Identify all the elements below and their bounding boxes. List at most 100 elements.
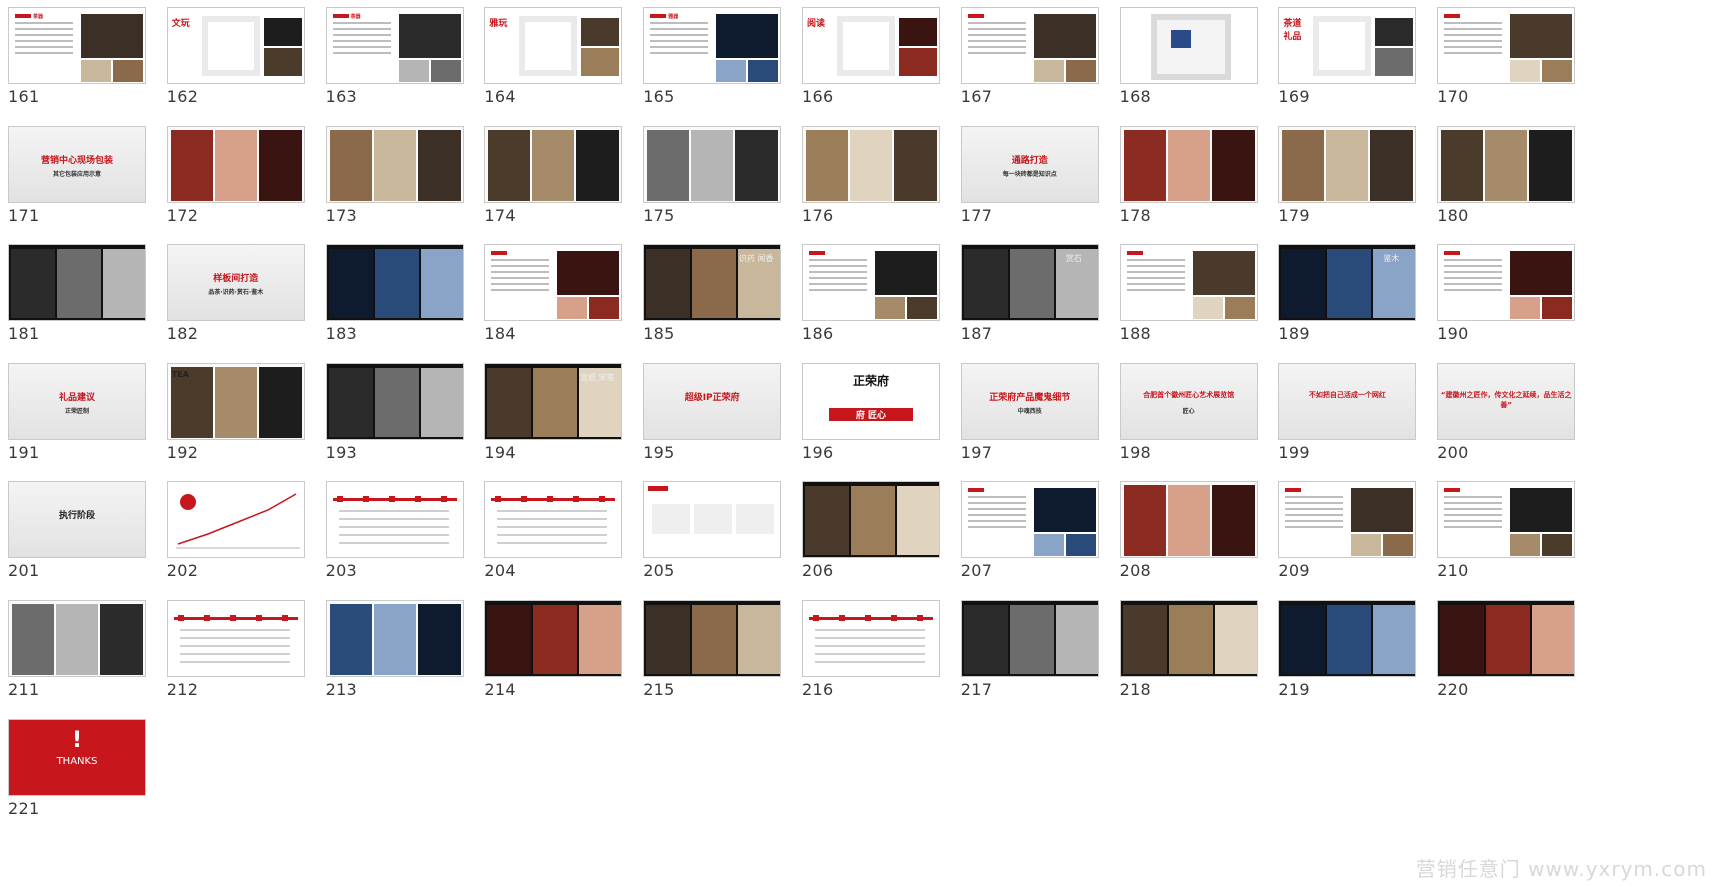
slide-thumbnail[interactable] [802,244,940,322]
slide-thumbnail[interactable]: TEA [166,362,305,440]
slide-thumbnail[interactable]: 合肥首个徽州匠心艺术展览馆 匠心 [1119,362,1258,440]
slide-thumbnail[interactable] [166,600,305,677]
image-block [850,129,892,201]
slide-thumbnail[interactable] [960,481,1099,559]
timeline-node [281,615,288,621]
slide-number: 190 [1437,324,1469,344]
slide-thumbnail[interactable] [325,125,464,203]
text-line [15,22,73,24]
image-block [1351,534,1382,557]
slide-thumbnail[interactable] [1437,481,1576,559]
slide-title: THANKS [56,755,98,767]
slide-thumbnail[interactable]: 茶道 礼品 [1278,7,1417,84]
slide-thumbnail[interactable]: 通路打造 每一块砖都是知识点 [960,125,1099,203]
slide-thumbnail[interactable] [1437,600,1576,677]
slide-thumbnail[interactable] [1437,244,1576,322]
image-block [329,604,372,675]
slide-thumbnail[interactable]: 雅器 [643,7,782,84]
slide-thumbnail[interactable] [643,481,782,559]
slide-thumbnail[interactable] [166,125,305,203]
image-block [851,486,895,556]
slide-thumbnail[interactable]: 营销中心现场包装 其它包装应用示意 [8,125,146,203]
slide-thumbnail[interactable]: 超级IP正荣府 [643,362,782,440]
slide-thumbnail[interactable] [325,481,464,559]
slide-thumbnail[interactable]: 不如把自己活成一个网红 [1278,362,1417,440]
slide-thumbnail[interactable] [802,481,940,559]
slide-number: 174 [484,205,516,225]
slide-thumbnail[interactable] [802,125,940,203]
slide-thumbnail[interactable] [1278,125,1417,203]
text-line [1444,502,1503,505]
slide-thumbnail[interactable]: “建徽州之匠作，传文化之延续，品生活之善” [1437,362,1576,440]
slide-thumbnail[interactable] [8,244,146,322]
image-block [581,48,620,76]
label-bar [15,14,31,18]
slide-thumbnail[interactable] [802,600,940,677]
label-bar [967,488,984,493]
image-block [1065,60,1096,82]
text-line [15,52,73,54]
image-block [488,129,531,201]
slide-thumbnail[interactable]: 文玩 [166,7,305,84]
image-block [1167,129,1210,201]
slide-thumbnail[interactable] [960,600,1099,677]
slide-thumbnail[interactable]: 识药 闻香 [643,244,782,322]
slide-number: 206 [802,561,834,581]
slide-thumbnail[interactable] [1278,600,1417,677]
label-bar [1444,251,1461,256]
slide-thumbnail[interactable]: 样板间打造 品茶·识药·赏石·鉴木 [166,244,305,322]
slide-thumbnail[interactable]: 赏石 [960,244,1099,322]
slide-thumbnail[interactable]: 执行阶段 [8,481,146,559]
slide-thumbnail[interactable] [484,125,623,203]
slide-thumbnail[interactable]: ! THANKS [8,718,146,796]
slide-thumbnail[interactable] [960,7,1099,84]
slide-thumbnail[interactable] [1437,7,1576,84]
slide-thumbnail[interactable] [166,481,305,559]
text-line [815,645,925,647]
slide-thumbnail[interactable] [8,600,146,677]
slide-thumbnail[interactable] [484,244,623,322]
slide-thumbnail[interactable] [1119,244,1258,322]
slide-thumbnail[interactable]: 鉴木 [1278,244,1417,322]
slide-thumbnail[interactable] [1119,600,1258,677]
slide-thumbnail[interactable]: 阅读 [802,7,940,84]
slide-thumbnail[interactable] [325,244,464,322]
slide-thumbnail[interactable] [1119,481,1258,559]
text-line [1126,259,1185,262]
text-line [497,518,608,521]
image-block [1510,534,1541,557]
timeline-node [414,496,421,503]
slide-thumbnail[interactable]: 正荣府产品魔鬼细节 中魂西技 [960,362,1099,440]
image-block [1327,249,1372,319]
text-column [736,504,775,535]
image-block [1167,485,1210,557]
slide-thumbnail[interactable] [484,600,623,677]
image-block [329,129,372,201]
timeline-bar [332,498,457,502]
slide-thumbnail[interactable] [484,481,623,559]
slide-thumbnail[interactable] [1437,125,1576,203]
floor-plan-inner [843,22,889,70]
slide-thumbnail[interactable]: 雅玩 [484,7,623,84]
image-block [692,605,737,674]
slide-title: 礼品建议 [58,392,95,403]
text-line [1444,526,1503,529]
text-line [491,271,550,274]
slide-thumbnail[interactable] [325,362,464,440]
slide-thumbnail[interactable] [1119,7,1258,84]
slide-thumbnail[interactable] [643,600,782,677]
slide-thumbnail[interactable] [1278,481,1417,559]
slide-thumbnail[interactable]: 正荣府府 匠心 [802,362,940,440]
slide-thumbnail[interactable]: 茶器 [325,7,464,84]
slide-thumbnail[interactable] [1119,125,1258,203]
text-column [652,504,691,535]
image-block [214,366,257,438]
slide-thumbnail[interactable]: 茶器 [8,7,146,84]
slide-subtitle: 正荣匠制 [64,407,89,415]
slide-thumbnail[interactable]: 宣纸 宋笔 [484,362,623,440]
slide-thumbnail[interactable]: 礼品建议 正荣匠制 [8,362,146,440]
slide-thumbnail[interactable] [325,600,464,677]
text-line [1285,496,1344,499]
text-line [497,542,608,545]
slide-thumbnail[interactable] [643,125,782,203]
